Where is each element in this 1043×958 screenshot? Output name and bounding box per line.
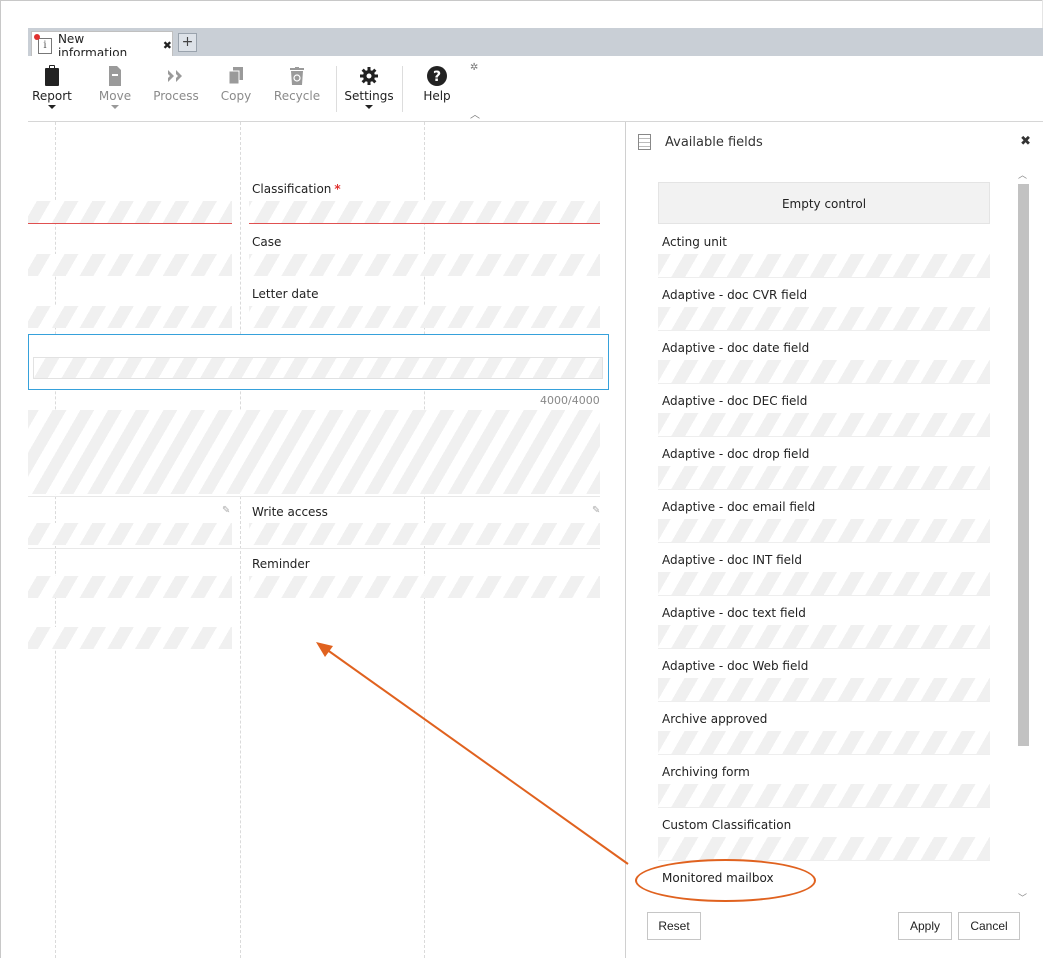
annotation-arrow: [316, 642, 629, 865]
